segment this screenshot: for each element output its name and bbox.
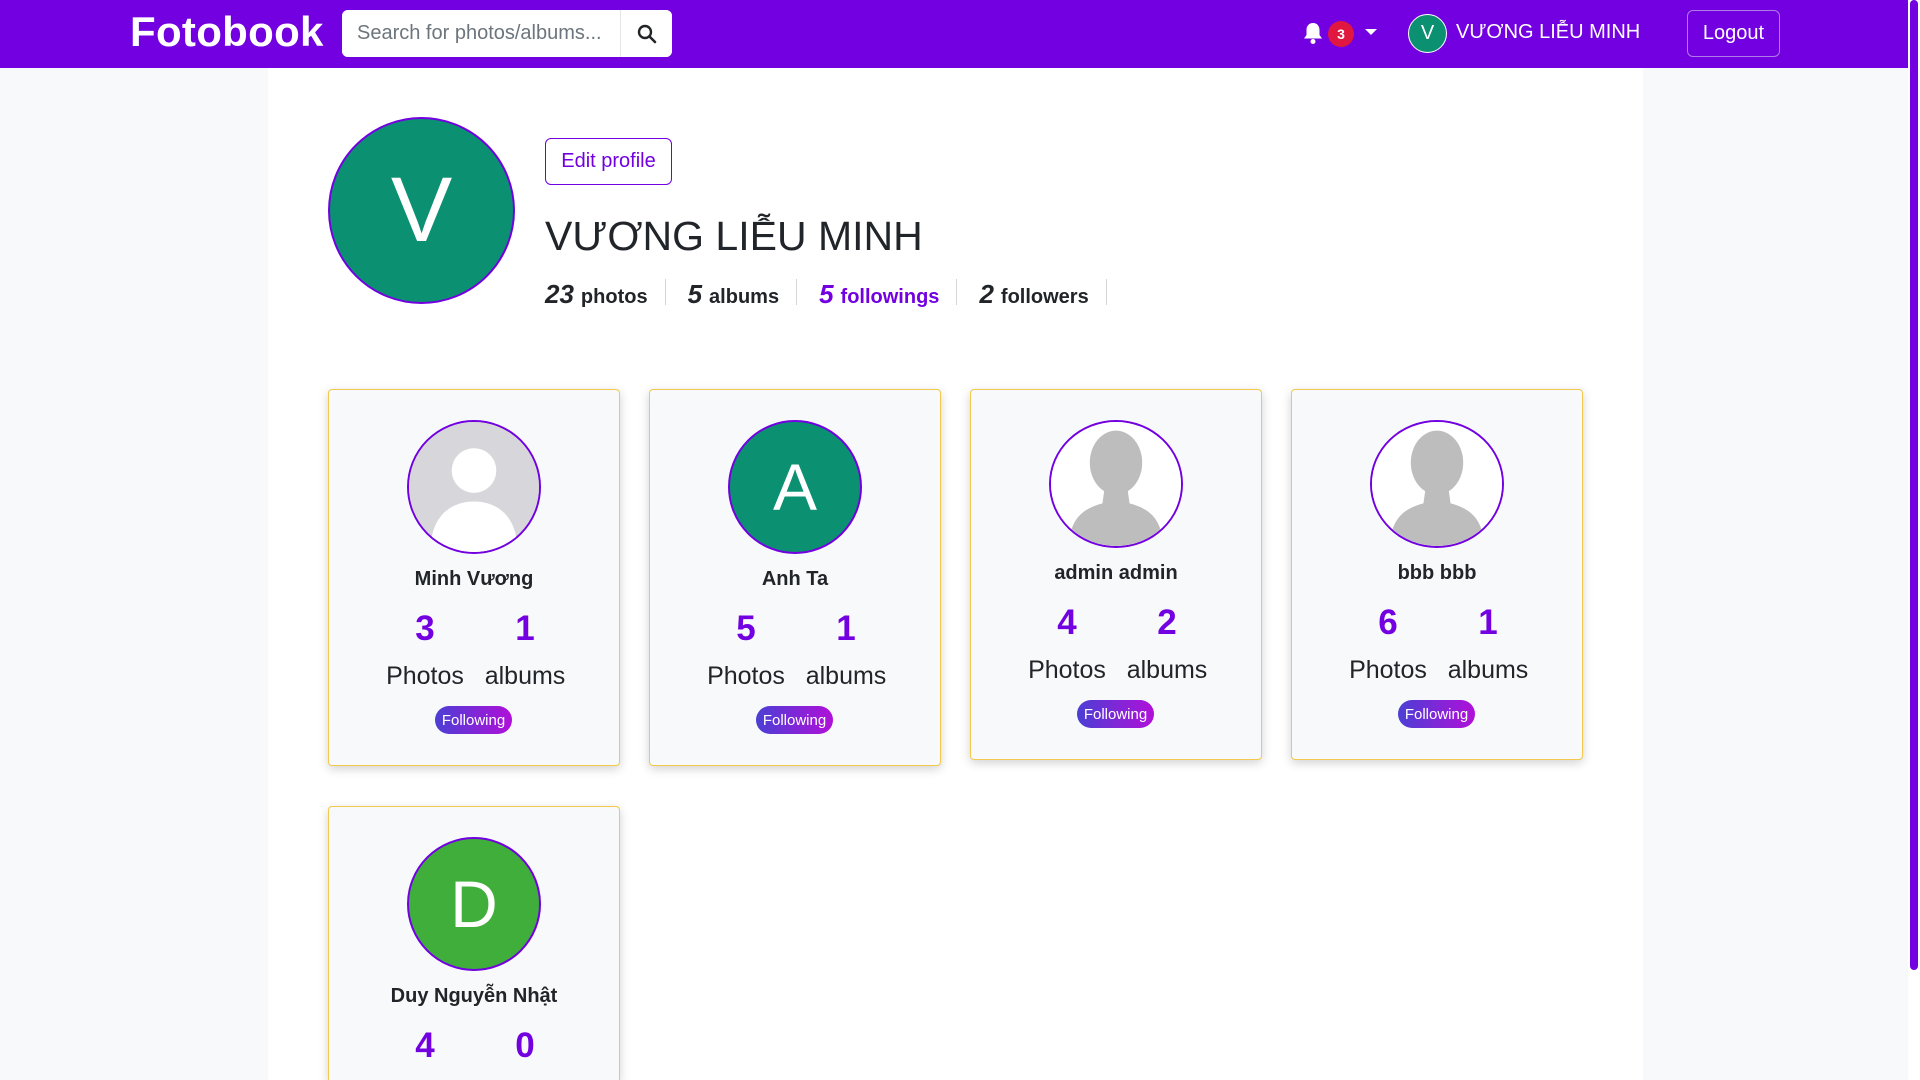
following-card[interactable]: admin admin 4 2 Photos albums Following	[970, 389, 1262, 760]
card-name[interactable]: Duy Nguyễn Nhật	[329, 985, 619, 1008]
following-card[interactable]: bbb bbb 6 1 Photos albums Following	[1291, 389, 1583, 760]
stat-photos[interactable]: 23 photos	[545, 279, 666, 309]
avatar	[407, 420, 541, 554]
stat-followers[interactable]: 2 followers	[979, 279, 1107, 309]
bell-icon[interactable]	[1302, 21, 1324, 45]
navbar: Fotobook 3 V VƯƠNG LIỄU MINH Logout	[0, 0, 1920, 68]
stat-number: 23	[545, 279, 574, 309]
card-albums-count: 1	[515, 609, 535, 648]
following-card[interactable]: A Anh Ta 5 1 Photos albums Following	[649, 389, 941, 766]
stat-label: followings	[840, 286, 940, 308]
stat-label: albums	[709, 286, 780, 308]
default-user-icon	[409, 422, 539, 552]
card-name[interactable]: admin admin	[971, 562, 1261, 585]
card-photos-count: 3	[415, 609, 435, 648]
profile-stats: 23 photos 5 albums 5 followings 2 follow…	[545, 274, 1129, 310]
card-photos-count: 4	[415, 1026, 435, 1065]
brand-logo[interactable]: Fotobook	[130, 8, 324, 56]
card-albums-label: albums	[1126, 656, 1208, 684]
stat-label: followers	[1000, 286, 1089, 308]
avatar	[1049, 420, 1183, 548]
avatar[interactable]: V	[1408, 14, 1447, 53]
stat-number: 5	[687, 279, 703, 309]
card-albums-count: 0	[515, 1026, 535, 1065]
search-input[interactable]	[342, 10, 620, 57]
scrollbar-thumb[interactable]	[1910, 0, 1918, 970]
edit-profile-button[interactable]: Edit profile	[545, 138, 672, 185]
stat-followings[interactable]: 5 followings	[819, 279, 958, 309]
following-badge[interactable]: Following	[1398, 700, 1475, 728]
scrollbar[interactable]	[1908, 0, 1920, 1080]
following-badge[interactable]: Following	[756, 706, 833, 734]
profile-name: VƯƠNG LIỄU MINH	[545, 213, 923, 259]
avatar: D	[407, 837, 541, 971]
stat-albums[interactable]: 5 albums	[688, 279, 798, 309]
profile-avatar: V	[328, 117, 515, 304]
silhouette-user-icon	[1372, 422, 1502, 546]
card-albums-count: 1	[1478, 603, 1498, 642]
card-photos-count: 4	[1057, 603, 1077, 642]
card-name[interactable]: Anh Ta	[650, 568, 940, 591]
card-name[interactable]: Minh Vương	[329, 568, 619, 591]
search-button[interactable]	[620, 10, 672, 57]
following-card[interactable]: Minh Vương 3 1 Photos albums Following	[328, 389, 620, 766]
card-albums-count: 2	[1157, 603, 1177, 642]
avatar	[1370, 420, 1504, 548]
user-name-link[interactable]: VƯƠNG LIỄU MINH	[1456, 21, 1640, 44]
card-name[interactable]: bbb bbb	[1292, 562, 1582, 585]
logout-button[interactable]: Logout	[1687, 10, 1780, 57]
search-icon	[637, 24, 656, 43]
card-albums-label: albums	[484, 662, 566, 690]
avatar: A	[728, 420, 862, 554]
search-box	[342, 10, 672, 57]
stat-number: 5	[819, 279, 834, 309]
card-albums-count: 1	[836, 609, 856, 648]
card-photos-count: 5	[736, 609, 756, 648]
chevron-down-icon[interactable]	[1365, 29, 1377, 35]
notification-count-badge: 3	[1328, 21, 1354, 47]
stat-number: 2	[979, 279, 994, 309]
card-albums-label: albums	[805, 662, 887, 690]
following-badge[interactable]: Following	[435, 706, 512, 734]
silhouette-user-icon	[1051, 422, 1181, 546]
stat-label: photos	[580, 286, 648, 308]
following-badge[interactable]: Following	[1077, 700, 1154, 728]
card-albums-label: albums	[1447, 656, 1529, 684]
following-card[interactable]: D Duy Nguyễn Nhật 4 0	[328, 806, 620, 1080]
card-photos-count: 6	[1378, 603, 1398, 642]
